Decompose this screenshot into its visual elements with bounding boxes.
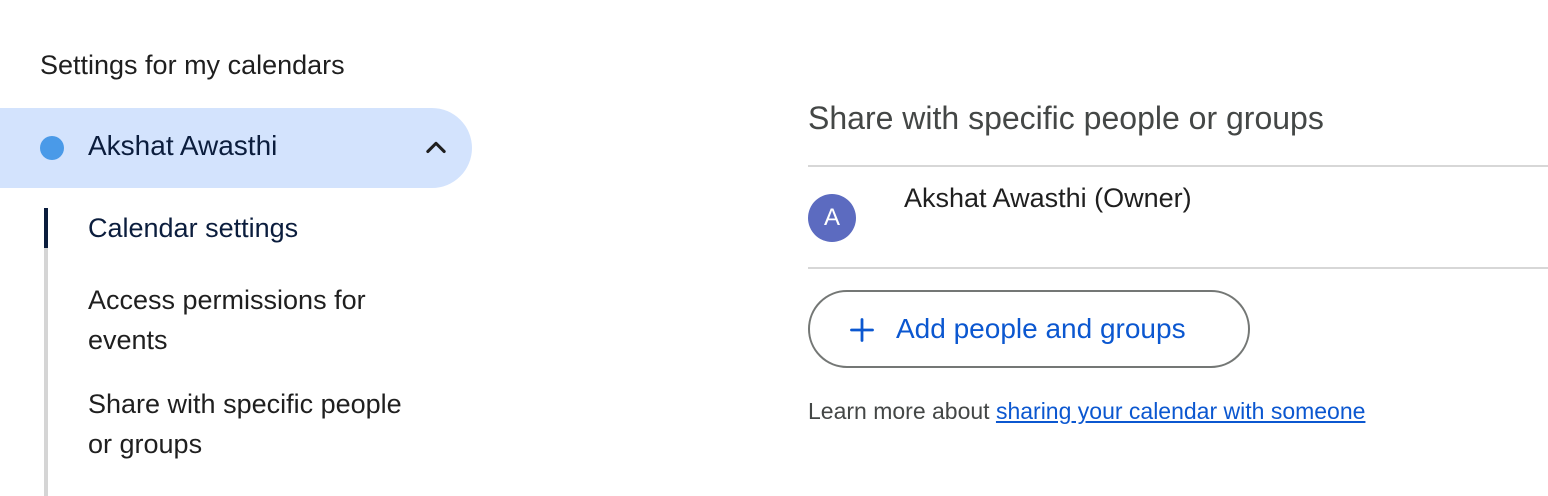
sharing-help-link[interactable]: sharing your calendar with someone — [996, 398, 1365, 424]
learn-more-text: Learn more about sharing your calendar w… — [808, 398, 1365, 425]
learn-more-prefix: Learn more about — [808, 398, 996, 424]
subnav-item-access-permissions[interactable]: Access permissions for events — [88, 280, 366, 360]
calendar-item-akshat-awasthi[interactable]: Akshat Awasthi — [0, 108, 472, 188]
add-people-label: Add people and groups — [896, 313, 1186, 344]
subnav-item-calendar-settings[interactable]: Calendar settings — [88, 208, 298, 248]
subnav-label-line: Access permissions for — [88, 285, 366, 315]
divider — [808, 165, 1548, 167]
calendar-name: Akshat Awasthi — [88, 130, 278, 161]
subnav-label-line: or groups — [88, 429, 203, 459]
chevron-up-icon[interactable] — [422, 134, 450, 162]
section-title: Share with specific people or groups — [808, 100, 1324, 136]
avatar: A — [808, 194, 856, 242]
subnav-track — [44, 208, 48, 496]
subnav-label-line: events — [88, 325, 168, 355]
subnav-active-indicator — [44, 208, 48, 248]
sidebar-heading: Settings for my calendars — [40, 50, 345, 80]
add-people-button[interactable]: Add people and groups — [808, 290, 1250, 368]
subnav-item-share-with-people[interactable]: Share with specific people or groups — [88, 384, 402, 464]
plus-icon — [850, 318, 874, 342]
divider — [808, 267, 1548, 269]
calendar-color-dot — [40, 136, 64, 160]
subnav-label-line: Share with specific people — [88, 389, 402, 419]
owner-name: Akshat Awasthi (Owner) — [904, 183, 1192, 213]
